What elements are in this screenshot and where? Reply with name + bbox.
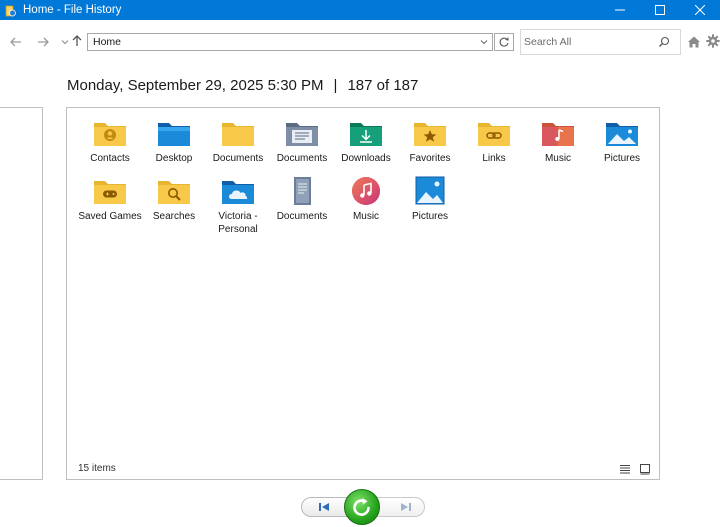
search-box[interactable] — [520, 29, 681, 55]
item-label: Favorites — [409, 153, 451, 164]
item-label: Victoria - Personal — [218, 211, 258, 235]
back-arrow-icon — [10, 37, 21, 47]
skip-previous-icon — [319, 503, 329, 511]
file-list-pane: Contacts Desktop Documents Documents Dow… — [66, 107, 660, 480]
list-item-links[interactable]: Links — [462, 116, 526, 165]
forward-button[interactable] — [35, 34, 51, 50]
list-item-desktop[interactable]: Desktop — [142, 116, 206, 165]
list-item-music-library[interactable]: Music — [334, 174, 398, 223]
item-count: 15 items — [78, 463, 116, 474]
gear-icon — [706, 34, 720, 48]
minimize-button[interactable] — [600, 0, 640, 20]
links-folder-icon — [478, 123, 510, 146]
close-button[interactable] — [680, 0, 720, 20]
item-label: Documents — [212, 153, 264, 164]
item-label: Desktop — [155, 153, 193, 164]
list-item-saved-games[interactable]: Saved Games — [78, 174, 142, 223]
skip-next-icon — [401, 503, 411, 511]
list-item-downloads[interactable]: Downloads — [334, 116, 398, 165]
backup-datetime: Monday, September 29, 2025 5:30 PM — [67, 77, 324, 94]
item-label: Downloads — [341, 153, 391, 164]
header-separator: | — [333, 77, 338, 94]
details-view-icon — [620, 465, 630, 474]
settings-button[interactable] — [706, 34, 720, 48]
list-item-onedrive-personal[interactable]: Victoria - Personal — [206, 174, 270, 236]
playback-controls — [300, 489, 426, 527]
previous-version-pane[interactable] — [0, 107, 43, 480]
address-dropdown[interactable] — [478, 36, 490, 48]
documents-folder-icon — [222, 123, 254, 146]
forward-arrow-icon — [38, 37, 49, 47]
backup-position: 187 of 187 — [347, 77, 419, 94]
file-history-app-icon — [5, 4, 16, 17]
up-arrow-icon — [72, 35, 82, 46]
item-label: Music — [544, 153, 572, 164]
chevron-down-icon — [480, 40, 488, 45]
downloads-folder-icon — [350, 123, 382, 146]
chevron-down-icon — [61, 40, 69, 45]
window-title: Home - File History — [23, 4, 122, 16]
restore-icon — [353, 498, 370, 516]
list-item-favorites[interactable]: Favorites — [398, 116, 462, 165]
item-label: Music — [352, 211, 380, 222]
saved-games-folder-icon — [94, 181, 126, 204]
list-item-pictures-library[interactable]: Pictures — [398, 174, 462, 223]
item-label: Documents — [276, 153, 328, 164]
pictures-folder-icon — [606, 123, 638, 146]
documents-library-icon — [294, 177, 311, 205]
restore-button[interactable] — [344, 489, 380, 525]
item-label: Contacts — [90, 153, 130, 164]
item-label: Searches — [152, 211, 196, 222]
maximize-icon — [655, 5, 665, 15]
minimize-icon — [615, 9, 625, 11]
item-label: Saved Games — [78, 211, 142, 222]
item-label: Documents — [276, 211, 328, 222]
list-item-music[interactable]: Music — [526, 116, 590, 165]
music-folder-icon — [542, 123, 574, 146]
list-item-searches[interactable]: Searches — [142, 174, 206, 223]
address-bar[interactable]: Home — [87, 33, 493, 51]
back-button[interactable] — [8, 34, 24, 50]
close-icon — [695, 5, 705, 15]
large-icons-view-icon — [640, 464, 650, 475]
search-icon[interactable] — [658, 36, 670, 48]
onedrive-folder-icon — [222, 181, 254, 204]
backup-date-header: Monday, September 29, 2025 5:30 PM | 187 o… — [67, 77, 418, 94]
search-input[interactable] — [524, 34, 654, 50]
desktop-folder-icon — [158, 123, 190, 146]
details-view-button[interactable] — [619, 462, 631, 474]
pictures-library-icon — [415, 176, 445, 205]
refresh-button[interactable] — [494, 33, 514, 51]
documents-library-icon — [286, 123, 318, 146]
item-label: Pictures — [411, 211, 449, 222]
home-icon — [688, 36, 700, 48]
list-item-contacts[interactable]: Contacts — [78, 116, 142, 165]
contacts-folder-icon — [94, 123, 126, 146]
address-text: Home — [93, 36, 122, 48]
home-button[interactable] — [687, 35, 701, 49]
music-library-icon — [352, 177, 380, 205]
maximize-button[interactable] — [640, 0, 680, 20]
up-button[interactable] — [69, 33, 85, 49]
item-label: Pictures — [603, 153, 641, 164]
list-item-documents-library[interactable]: Documents — [270, 116, 334, 165]
list-item-documents-library-2[interactable]: Documents — [270, 174, 334, 223]
large-icons-view-button[interactable] — [639, 462, 651, 475]
refresh-icon — [499, 37, 509, 47]
title-bar: Home - File History — [0, 0, 720, 20]
list-item-documents[interactable]: Documents — [206, 116, 270, 165]
item-label: Links — [482, 153, 506, 164]
favorites-folder-icon — [414, 123, 446, 146]
list-item-pictures[interactable]: Pictures — [590, 116, 654, 165]
searches-folder-icon — [158, 181, 190, 204]
